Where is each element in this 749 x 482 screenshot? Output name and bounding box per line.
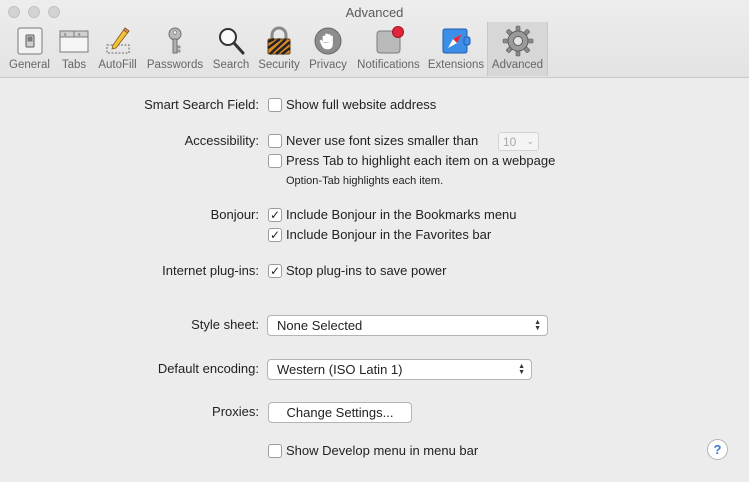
accessibility-label: Accessibility:: [184, 133, 259, 148]
lock-icon: [262, 24, 296, 58]
bonjour-favorites-checkbox[interactable]: ✓: [268, 228, 282, 242]
plugins-label: Internet plug-ins:: [162, 263, 259, 278]
tab-search[interactable]: Search: [208, 22, 254, 76]
min-font-size-text: Never use font sizes smaller than: [286, 133, 479, 148]
help-button[interactable]: ?: [707, 439, 728, 460]
tab-highlight-text: Press Tab to highlight each item on a we…: [286, 153, 556, 168]
show-develop-menu-checkbox[interactable]: [268, 444, 282, 458]
up-down-arrows-icon: ▲ ▼: [518, 362, 525, 376]
tab-tabs[interactable]: x x Tabs: [55, 22, 93, 76]
general-switch-icon: [13, 24, 47, 58]
autofill-pencil-icon: [101, 24, 135, 58]
magnifier-icon: [214, 24, 248, 58]
change-settings-button[interactable]: Change Settings...: [268, 402, 412, 423]
min-font-size-select[interactable]: 10 ⌄: [498, 132, 539, 151]
bonjour-bookmarks-text: Include Bonjour in the Bookmarks menu: [286, 207, 517, 222]
stop-plugins-text: Stop plug-ins to save power: [286, 263, 447, 278]
encoding-select[interactable]: Western (ISO Latin 1) ▲ ▼: [267, 359, 532, 380]
window-title: Advanced: [345, 5, 404, 20]
tab-privacy[interactable]: Privacy: [304, 22, 352, 76]
show-full-address-text: Show full website address: [286, 97, 437, 112]
style-sheet-label: Style sheet:: [191, 317, 259, 332]
tab-security[interactable]: Security: [254, 22, 304, 76]
bonjour-favorites-text: Include Bonjour in the Favorites bar: [286, 227, 492, 242]
stop-plugins-checkbox[interactable]: ✓: [268, 264, 282, 278]
compass-icon: [439, 24, 473, 58]
bonjour-bookmarks-checkbox[interactable]: ✓: [268, 208, 282, 222]
show-develop-menu-text: Show Develop menu in menu bar: [286, 443, 479, 458]
notification-badge-icon: [372, 24, 406, 58]
hand-icon: [311, 24, 345, 58]
smart-search-label: Smart Search Field:: [144, 97, 259, 112]
tab-extensions[interactable]: Extensions: [425, 22, 487, 76]
preferences-tabs: General x x Tabs AutoFill Passwords Sear…: [4, 22, 548, 76]
toolbar: Advanced General x x Tabs AutoFill Passw…: [0, 0, 749, 78]
proxies-label: Proxies:: [212, 404, 259, 419]
show-full-address-checkbox[interactable]: [268, 98, 282, 112]
style-sheet-select[interactable]: None Selected ▲ ▼: [267, 315, 548, 336]
min-font-size-value: 10: [503, 134, 517, 149]
style-sheet-value: None Selected: [277, 318, 363, 333]
tab-notifications[interactable]: Notifications: [352, 22, 425, 76]
tab-general[interactable]: General: [4, 22, 55, 76]
tab-advanced[interactable]: Advanced: [487, 22, 548, 76]
tab-autofill[interactable]: AutoFill: [93, 22, 142, 76]
bonjour-label: Bonjour:: [210, 207, 259, 222]
key-icon: [158, 24, 192, 58]
tab-highlight-checkbox[interactable]: [268, 154, 282, 168]
up-down-arrows-icon: ▲ ▼: [534, 318, 541, 332]
gear-icon: [501, 24, 535, 58]
tab-passwords[interactable]: Passwords: [142, 22, 208, 76]
min-font-size-checkbox[interactable]: [268, 134, 282, 148]
encoding-value: Western (ISO Latin 1): [277, 362, 403, 377]
chevron-down-icon: ⌄: [526, 136, 534, 146]
safari-preferences-window: Advanced General x x Tabs AutoFill Passw…: [0, 0, 749, 482]
encoding-label: Default encoding:: [157, 361, 259, 376]
tabs-icon: x x: [57, 24, 91, 58]
option-tab-note: Option-Tab highlights each item.: [286, 175, 444, 187]
